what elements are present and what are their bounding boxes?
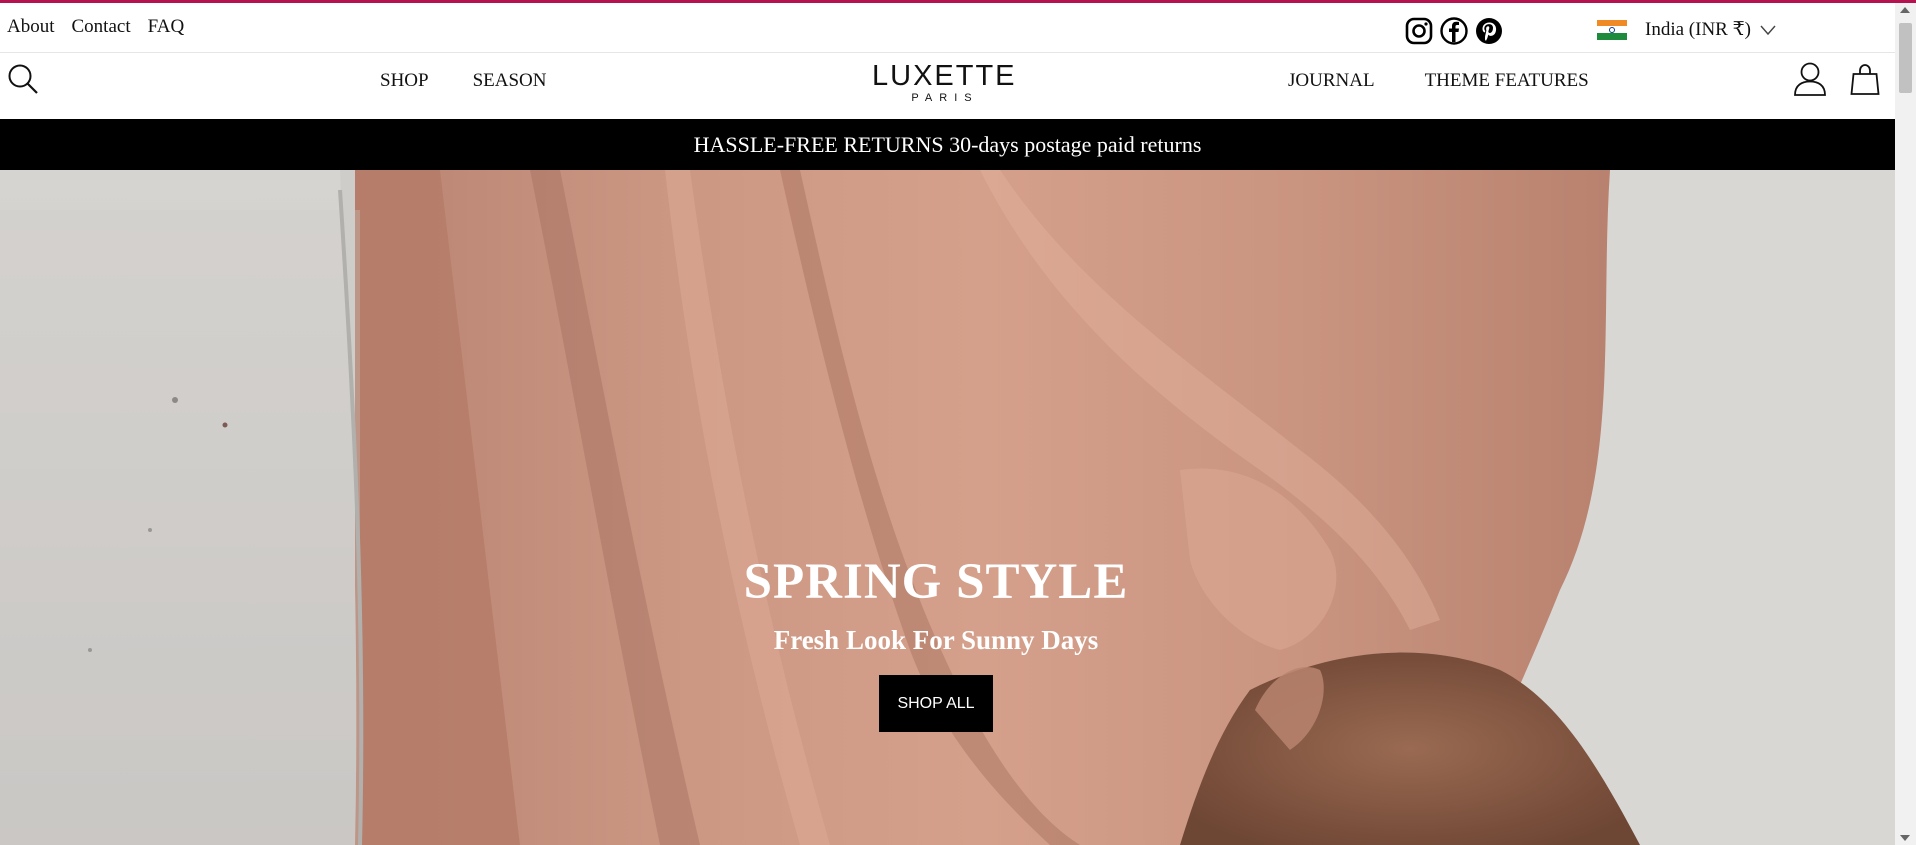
chevron-down-icon [1760, 25, 1776, 35]
scroll-up-arrow-icon[interactable] [1900, 7, 1910, 13]
nav-season[interactable]: SEASON [473, 70, 547, 92]
about-link[interactable]: About [7, 16, 55, 38]
utility-bar: About Contact FAQ India (INR ₹) [0, 3, 1895, 53]
nav-shop[interactable]: SHOP [380, 70, 429, 92]
pinterest-icon[interactable] [1474, 16, 1504, 46]
facebook-icon[interactable] [1439, 16, 1469, 46]
hero-image [0, 170, 1895, 845]
social-links [1404, 16, 1504, 46]
utility-links: About Contact FAQ [7, 16, 184, 38]
user-icon[interactable] [1793, 61, 1827, 97]
primary-nav-right: JOURNAL THEME FEATURES [1288, 70, 1589, 92]
scrollbar-thumb[interactable] [1899, 23, 1912, 93]
scroll-down-arrow-icon[interactable] [1900, 835, 1910, 841]
nav-theme-features[interactable]: THEME FEATURES [1425, 70, 1589, 92]
announcement-text: HASSLE-FREE RETURNS 30-days postage paid… [693, 132, 1202, 157]
bag-icon[interactable] [1850, 62, 1880, 96]
india-flag-icon [1597, 19, 1627, 40]
currency-label: India (INR ₹) [1645, 19, 1752, 40]
search-icon[interactable] [7, 63, 39, 95]
currency-selector[interactable]: India (INR ₹) [1597, 18, 1777, 41]
logo-name: LUXETTE [872, 60, 1017, 92]
shop-all-button[interactable]: SHOP ALL [879, 675, 993, 732]
instagram-icon[interactable] [1404, 16, 1434, 46]
brand-logo[interactable]: LUXETTE PARIS [872, 60, 1017, 104]
hero-banner: SPRING STYLE Fresh Look For Sunny Days S… [0, 170, 1895, 845]
hero-subtitle: Fresh Look For Sunny Days [773, 625, 1099, 655]
contact-link[interactable]: Contact [72, 16, 131, 38]
hero-content: SPRING STYLE Fresh Look For Sunny Days S… [0, 552, 1872, 732]
page-scrollbar[interactable] [1895, 3, 1916, 845]
primary-nav-left: SHOP SEASON [380, 70, 546, 92]
announcement-bar: HASSLE-FREE RETURNS 30-days postage paid… [0, 119, 1895, 170]
logo-tagline: PARIS [911, 92, 979, 104]
faq-link[interactable]: FAQ [148, 16, 185, 38]
nav-journal[interactable]: JOURNAL [1288, 70, 1375, 92]
hero-title: SPRING STYLE [743, 554, 1129, 610]
main-header: SHOP SEASON LUXETTE PARIS JOURNAL THEME … [0, 53, 1895, 119]
